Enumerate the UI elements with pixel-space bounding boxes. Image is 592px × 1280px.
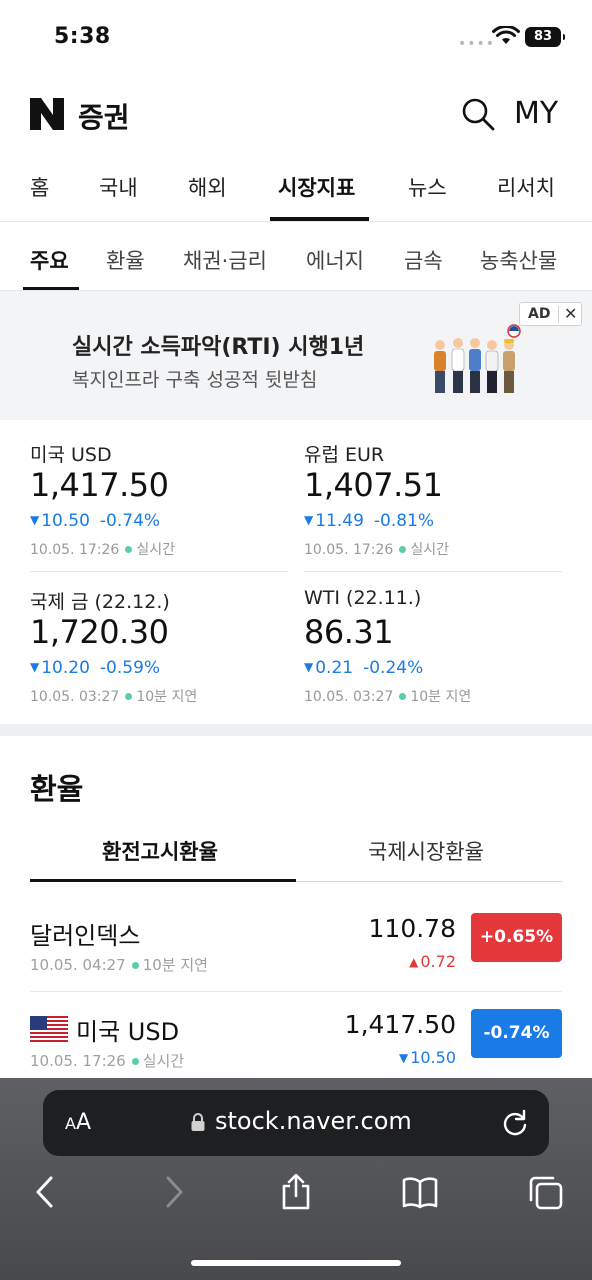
quote-time: 10.05. 17:26 실시간 <box>304 542 449 558</box>
lock-icon <box>191 1113 205 1131</box>
ad-subtitle: 복지인프라 구축 성공적 뒷받침 <box>72 369 318 391</box>
ad-banner[interactable]: 실시간 소득파악(RTI) 시행1년 복지인프라 구축 성공적 뒷받침 AD ✕ <box>0 291 592 420</box>
signal-icon: •••• <box>458 36 496 52</box>
fx-value: 110.78 <box>368 914 456 943</box>
main-tabs: 홈 국내 해외 시장지표 뉴스 리서치 <box>0 158 592 222</box>
down-arrow-icon: ▼ <box>304 660 314 674</box>
live-dot-icon <box>399 693 407 700</box>
active-tab-indicator <box>270 217 369 221</box>
quote-time: 10.05. 03:27 10분 지연 <box>30 689 198 705</box>
major-quotes-grid: 미국 USD 1,417.50 ▼ 10.50 -0.74% 10.05. 17:2… <box>0 420 592 724</box>
down-arrow-icon: ▼ <box>30 660 40 674</box>
tab-research[interactable]: 리서치 <box>497 172 555 202</box>
fx-percent-badge: -0.74% <box>471 1009 562 1058</box>
quote-change: ▼ 0.21 -0.24% <box>304 658 424 678</box>
fx-row-dollar-index[interactable]: 달러인덱스 10.05. 04:27 10분 지연 110.78 ▲ 0.72 +0… <box>30 896 562 992</box>
tab-notice-rate[interactable]: 환전고시환율 <box>102 836 218 866</box>
bookmarks-icon[interactable] <box>402 1174 438 1210</box>
share-icon[interactable] <box>278 1174 314 1210</box>
tab-overseas[interactable]: 해외 <box>188 172 227 202</box>
live-dot-icon <box>131 962 139 969</box>
address-bar[interactable]: AA stock.naver.com <box>43 1090 549 1156</box>
fx-name: 달러인덱스 <box>30 922 141 950</box>
active-fx-tab-indicator <box>30 879 296 882</box>
quote-price: 1,407.51 <box>304 466 443 504</box>
quote-name: 국제 금 (22.12.) <box>30 591 170 613</box>
quote-change: ▼ 10.50 -0.74% <box>30 511 161 531</box>
ad-close-icon[interactable]: ✕ <box>564 304 577 323</box>
ad-workers-illustration <box>434 324 521 393</box>
subtab-exchange[interactable]: 환율 <box>106 245 145 275</box>
tab-home[interactable]: 홈 <box>30 172 49 202</box>
tab-market-indicators[interactable]: 시장지표 <box>278 172 355 202</box>
status-time: 5:38 <box>54 24 111 49</box>
my-button[interactable]: MY <box>514 96 558 131</box>
ad-title: 실시간 소득파악(RTI) 시행1년 <box>72 335 365 360</box>
battery-icon: 83 <box>525 27 565 47</box>
quote-time: 10.05. 17:26 실시간 <box>30 542 175 558</box>
down-arrow-icon: ▼ <box>304 513 314 527</box>
tabs-icon[interactable] <box>527 1174 563 1210</box>
subtab-major[interactable]: 주요 <box>30 245 69 275</box>
live-dot-icon <box>125 693 133 700</box>
reload-icon[interactable] <box>501 1109 529 1137</box>
search-icon[interactable] <box>460 96 496 132</box>
subtab-metals[interactable]: 금속 <box>404 245 443 275</box>
url-text[interactable]: stock.naver.com <box>215 1107 412 1135</box>
quote-time: 10.05. 03:27 10분 지연 <box>304 689 472 705</box>
tab-domestic[interactable]: 국내 <box>99 172 138 202</box>
tab-international-rate[interactable]: 국제시장환율 <box>368 836 484 866</box>
tab-news[interactable]: 뉴스 <box>408 172 447 202</box>
subtab-energy[interactable]: 에너지 <box>306 245 364 275</box>
quote-change: ▼ 11.49 -0.81% <box>304 511 435 531</box>
quote-price: 1,417.50 <box>30 466 169 504</box>
fx-name: 미국 USD <box>76 1018 180 1046</box>
home-indicator <box>191 1260 401 1266</box>
fx-time: 10.05. 04:27 10분 지연 <box>30 956 208 974</box>
status-bar: 5:38 •••• 83 <box>0 0 592 74</box>
ad-label: AD <box>528 306 551 322</box>
fx-time: 10.05. 17:26 실시간 <box>30 1052 185 1070</box>
section-divider <box>0 724 592 736</box>
quote-card-gold[interactable]: 국제 금 (22.12.) 1,720.30 ▼ 10.20 -0.59% 10.0… <box>30 567 288 707</box>
back-icon[interactable] <box>28 1174 64 1210</box>
us-flag-icon <box>30 1016 68 1042</box>
up-arrow-icon: ▲ <box>409 955 419 969</box>
quote-card-wti[interactable]: WTI (22.11.) 86.31 ▼ 0.21 -0.24% 10.05. 03… <box>304 567 562 707</box>
reader-settings-button[interactable]: AA <box>65 1110 91 1135</box>
live-dot-icon <box>131 1058 139 1065</box>
quote-name: 유럽 EUR <box>304 444 385 466</box>
quote-price: 86.31 <box>304 613 394 651</box>
fx-section-title: 환율 <box>30 772 84 806</box>
quote-change: ▼ 10.20 -0.59% <box>30 658 161 678</box>
subtab-bonds-rates[interactable]: 채권·금리 <box>183 245 267 275</box>
quote-name: 미국 USD <box>30 444 112 466</box>
quote-card-usd[interactable]: 미국 USD 1,417.50 ▼ 10.50 -0.74% 10.05. 17:2… <box>30 420 288 560</box>
fx-change: ▲ 0.72 <box>409 952 456 971</box>
fx-tabs: 환전고시환율 국제시장환율 <box>30 820 562 882</box>
live-dot-icon <box>399 546 407 553</box>
wifi-icon <box>492 26 520 44</box>
down-arrow-icon: ▼ <box>398 1051 409 1065</box>
fx-change: ▼ 10.50 <box>398 1048 456 1067</box>
quote-card-eur[interactable]: 유럽 EUR 1,407.51 ▼ 11.49 -0.81% 10.05. 17:2… <box>304 420 562 560</box>
app-header: 증권 MY <box>0 74 592 158</box>
active-subtab-indicator <box>23 287 79 290</box>
live-dot-icon <box>125 546 133 553</box>
brand-title[interactable]: 증권 <box>78 96 130 136</box>
forward-icon[interactable] <box>155 1174 191 1210</box>
fx-percent-badge: +0.65% <box>471 913 562 962</box>
quote-price: 1,720.30 <box>30 613 169 651</box>
down-arrow-icon: ▼ <box>30 513 40 527</box>
browser-toolbar: AA stock.naver.com <box>0 1078 592 1280</box>
naver-logo-icon[interactable] <box>30 98 64 130</box>
fx-value: 1,417.50 <box>344 1010 456 1039</box>
quote-name: WTI (22.11.) <box>304 587 422 609</box>
subtab-agriculture[interactable]: 농축산물 <box>480 245 557 275</box>
fx-row-usd[interactable]: 미국 USD 10.05. 17:26 실시간 1,417.50 ▼ 10.50 -… <box>30 992 562 1088</box>
sub-tabs: 주요 환율 채권·금리 에너지 금속 농축산물 <box>0 223 592 291</box>
